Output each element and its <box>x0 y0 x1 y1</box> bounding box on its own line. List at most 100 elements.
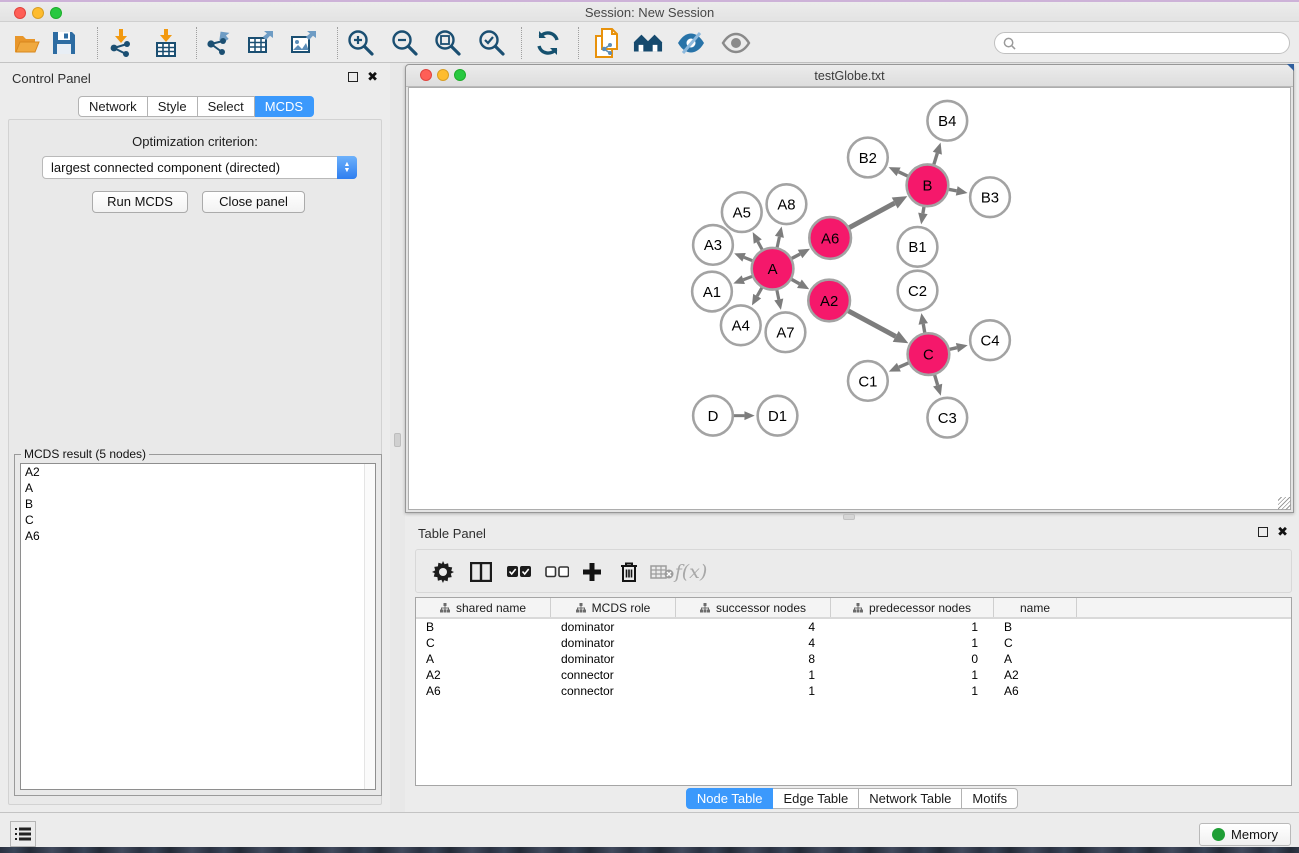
table-row[interactable]: A6connector11A6 <box>416 683 1291 699</box>
cell-successor-nodes[interactable]: 8 <box>676 651 831 667</box>
graph-node-C1[interactable]: C1 <box>848 361 888 401</box>
graph-node-A1[interactable]: A1 <box>692 272 732 312</box>
select-all-icon[interactable] <box>506 559 532 585</box>
cell-predecessor-nodes[interactable]: 1 <box>831 635 994 651</box>
edge-B-B3[interactable] <box>948 189 957 191</box>
edge-A-A3[interactable] <box>744 257 753 261</box>
edge-A-A5[interactable] <box>758 242 763 251</box>
export-table-icon[interactable] <box>246 28 276 58</box>
mcds-result-item[interactable]: C <box>21 512 375 528</box>
zoom-fit-icon[interactable] <box>433 28 463 58</box>
tab-network-table[interactable]: Network Table <box>859 788 962 809</box>
cell-shared-name[interactable]: A6 <box>416 683 551 699</box>
graph-node-D1[interactable]: D1 <box>758 396 798 436</box>
mcds-result-item[interactable]: A <box>21 480 375 496</box>
table-row[interactable]: Cdominator41C <box>416 635 1291 651</box>
cell-name[interactable]: C <box>994 635 1077 651</box>
column-header-successor-nodes[interactable]: successor nodes <box>676 598 831 617</box>
table-row[interactable]: A2connector11A2 <box>416 667 1291 683</box>
panel-divider[interactable] <box>390 63 405 812</box>
edge-B-B2[interactable] <box>899 172 909 177</box>
edge-A-A7[interactable] <box>777 289 779 299</box>
graph-node-A5[interactable]: A5 <box>722 192 762 232</box>
open-folder-icon[interactable] <box>12 28 42 58</box>
cell-name[interactable]: A2 <box>994 667 1077 683</box>
graph-node-A3[interactable]: A3 <box>693 225 733 265</box>
edge-C-C1[interactable] <box>899 363 910 368</box>
search-field[interactable] <box>994 32 1290 54</box>
cell-MCDS-role[interactable]: dominator <box>551 619 676 635</box>
run-mcds-button[interactable]: Run MCDS <box>92 191 188 213</box>
edge-A6-B[interactable] <box>848 203 894 228</box>
float-panel-icon[interactable] <box>1258 527 1268 537</box>
close-panel-icon[interactable]: ✖ <box>1277 527 1288 537</box>
tab-style[interactable]: Style <box>148 96 198 117</box>
split-pane-handle[interactable] <box>843 514 855 520</box>
export-network-icon[interactable] <box>203 28 233 58</box>
edge-C-C3[interactable] <box>934 374 937 385</box>
cell-shared-name[interactable]: B <box>416 619 551 635</box>
column-header-predecessor-nodes[interactable]: predecessor nodes <box>831 598 994 617</box>
save-icon[interactable] <box>49 28 79 58</box>
graph-node-D[interactable]: D <box>693 396 733 436</box>
export-image-icon[interactable] <box>289 28 319 58</box>
deselect-all-icon[interactable] <box>544 559 570 585</box>
edge-A2-C[interactable] <box>847 310 895 336</box>
graph-node-A2[interactable]: A2 <box>808 280 850 322</box>
cell-name[interactable]: A6 <box>994 683 1077 699</box>
tab-network[interactable]: Network <box>78 96 148 117</box>
graph-node-B[interactable]: B <box>907 164 949 206</box>
add-icon[interactable] <box>579 559 605 585</box>
zoom-in-icon[interactable] <box>346 28 376 58</box>
graph-node-B2[interactable]: B2 <box>848 138 888 178</box>
cell-shared-name[interactable]: C <box>416 635 551 651</box>
edge-A-A4[interactable] <box>757 287 762 296</box>
close-panel-icon[interactable]: ✖ <box>367 72 378 82</box>
cell-successor-nodes[interactable]: 4 <box>676 635 831 651</box>
graph-node-A4[interactable]: A4 <box>721 305 761 345</box>
tab-mcds[interactable]: MCDS <box>255 96 314 117</box>
scrollbar-track[interactable] <box>364 464 375 789</box>
columns-icon[interactable] <box>468 559 494 585</box>
clone-network-icon[interactable] <box>591 28 621 58</box>
criterion-dropdown[interactable]: largest connected component (directed) ▲… <box>42 156 357 179</box>
cell-predecessor-nodes[interactable]: 1 <box>831 683 994 699</box>
mcds-result-list[interactable]: A2ABCA6 <box>20 463 376 790</box>
float-panel-icon[interactable] <box>348 72 358 82</box>
cell-predecessor-nodes[interactable]: 1 <box>831 667 994 683</box>
network-graph[interactable]: B4B2BB3A5A8A6A3B1AA1C2A2A4A7C4CC1DD1C3 <box>409 88 1290 509</box>
zoom-out-icon[interactable] <box>390 28 420 58</box>
node-table[interactable]: shared nameMCDS rolesuccessor nodesprede… <box>415 597 1292 786</box>
resize-grip-icon[interactable] <box>1278 497 1291 510</box>
mcds-result-item[interactable]: B <box>21 496 375 512</box>
graph-node-B4[interactable]: B4 <box>927 101 967 141</box>
column-header-name[interactable]: name <box>994 598 1077 617</box>
graph-node-B1[interactable]: B1 <box>898 227 938 267</box>
table-row[interactable]: Adominator80A <box>416 651 1291 667</box>
mcds-result-item[interactable]: A6 <box>21 528 375 544</box>
cell-MCDS-role[interactable]: dominator <box>551 651 676 667</box>
graph-node-A[interactable]: A <box>752 248 794 290</box>
tab-motifs[interactable]: Motifs <box>962 788 1018 809</box>
edge-A-A2[interactable] <box>791 279 800 284</box>
cell-name[interactable]: B <box>994 619 1077 635</box>
graph-node-B3[interactable]: B3 <box>970 177 1010 217</box>
graph-node-C[interactable]: C <box>908 333 950 375</box>
cell-predecessor-nodes[interactable]: 0 <box>831 651 994 667</box>
network-view-window[interactable]: testGlobe.txt B4B2BB3A5A8A6A3B1AA1C2A2A4… <box>405 64 1294 513</box>
import-network-icon[interactable] <box>106 28 136 58</box>
tab-select[interactable]: Select <box>198 96 255 117</box>
table-row[interactable]: Bdominator41B <box>416 619 1291 635</box>
refresh-icon[interactable] <box>533 28 563 58</box>
column-header-MCDS-role[interactable]: MCDS role <box>551 598 676 617</box>
function-builder-icon[interactable]: f(x) <box>678 559 704 585</box>
tab-node-table[interactable]: Node Table <box>686 788 774 809</box>
edge-A-A1[interactable] <box>743 276 753 280</box>
graph-node-C3[interactable]: C3 <box>927 398 967 438</box>
import-table-icon[interactable] <box>151 28 181 58</box>
graph-node-A7[interactable]: A7 <box>766 312 806 352</box>
graph-node-A8[interactable]: A8 <box>767 184 807 224</box>
memory-button[interactable]: Memory <box>1199 823 1291 846</box>
tab-edge-table[interactable]: Edge Table <box>773 788 859 809</box>
edge-A-A8[interactable] <box>777 237 779 248</box>
